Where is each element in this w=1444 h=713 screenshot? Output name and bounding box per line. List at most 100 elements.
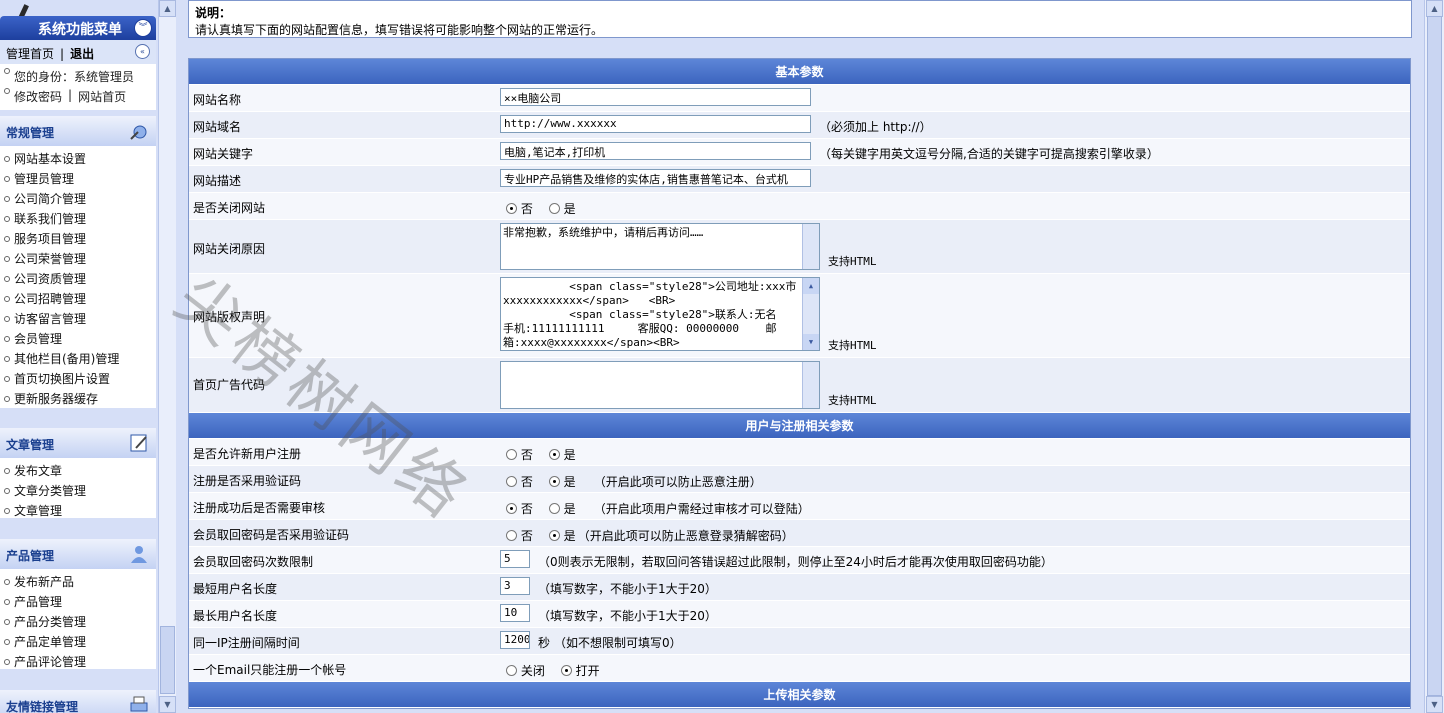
reg-audit-no-radio[interactable] (506, 503, 517, 514)
email-once-open-radio[interactable] (560, 665, 572, 676)
menu-item-article-categories[interactable]: 文章分类管理 (0, 478, 156, 498)
menu-header: 系统功能菜单 ︾ (0, 0, 156, 44)
row-reg-captcha: 注册是否采用验证码 否 是 （开启此项可以防止恶意注册） (189, 466, 1410, 493)
identity-row: 您的身份：系统管理员 (0, 64, 156, 84)
ad-code-textarea[interactable] (500, 361, 820, 409)
ip-interval-input[interactable]: 1200 (500, 631, 530, 649)
scroll-up-icon[interactable]: ▲ (1426, 0, 1443, 17)
menu-item-admins[interactable]: 管理员管理 (0, 166, 156, 186)
pwd-captcha-no-radio[interactable] (506, 530, 517, 541)
section-title[interactable]: 产品管理 (0, 539, 156, 569)
row-domain: 网站域名 http://www.xxxxxx （必须加上 http://） (189, 112, 1410, 139)
section-links: 友情链接管理 (0, 690, 156, 713)
row-ad-code: 首页广告代码 支持HTML (189, 358, 1410, 413)
allow-reg-yes-radio[interactable] (548, 449, 560, 460)
email-once-close-radio[interactable] (506, 665, 517, 676)
row-min-length: 最短用户名长度 3 （填写数字，不能小于1大于20） (189, 574, 1410, 601)
row-pwd-limit: 会员取回密码次数限制 5 （0则表示无限制，若取回问答错误超过此限制，则停止至24… (189, 547, 1410, 574)
domain-input[interactable]: http://www.xxxxxx (500, 115, 811, 133)
user-box: 管理首页 | 退出 « 您的身份：系统管理员 修改密码 | 网站首页 (0, 40, 156, 110)
pwd-limit-input[interactable]: 5 (500, 550, 530, 568)
row-email-once: 一个Email只能注册一个帐号 关闭 打开 (189, 655, 1410, 682)
row-description: 网站描述 专业HP产品销售及维修的实体店,销售惠普笔记本、台式机 (189, 166, 1410, 193)
close-reason-textarea[interactable]: 非常抱歉，系统维护中，请稍后再访问…… (500, 223, 820, 270)
menu-item-articles[interactable]: 文章管理 (0, 498, 156, 518)
section-title[interactable]: 常规管理 (0, 116, 156, 146)
section-general: 常规管理 网站基本设置 管理员管理 公司简介管理 联系我们管理 服务项目管理 公… (0, 116, 156, 408)
reg-captcha-no-radio[interactable] (506, 476, 517, 487)
allow-reg-no-radio[interactable] (506, 449, 517, 460)
logout-link[interactable]: 退出 (70, 47, 94, 61)
double-chevron-left-icon[interactable]: « (135, 44, 150, 59)
menu-item-products[interactable]: 产品管理 (0, 589, 156, 609)
sidebar: 系统功能菜单 ︾ 管理首页 | 退出 « 您的身份：系统管理员 修改密码 | 网站首… (0, 0, 176, 713)
menu-item-contact[interactable]: 联系我们管理 (0, 206, 156, 226)
menu-item-cache[interactable]: 更新服务器缓存 (0, 386, 156, 406)
close-yes-radio[interactable] (548, 203, 560, 214)
description-input[interactable]: 专业HP产品销售及维修的实体店,销售惠普笔记本、台式机 (500, 169, 811, 187)
menu-item-slideshow[interactable]: 首页切换图片设置 (0, 366, 156, 386)
sidebar-scrollbar[interactable]: ▲ ▼ (158, 0, 176, 713)
gear-wrench-icon (130, 125, 147, 140)
section-header-user: 用户与注册相关参数 (189, 413, 1410, 439)
page-scrollbar[interactable]: ▲ ▼ (1424, 0, 1444, 713)
scroll-up-icon[interactable]: ▲ (159, 0, 176, 17)
scroll-down-icon[interactable]: ▼ (159, 696, 176, 713)
row-max-length: 最长用户名长度 10 （填写数字，不能小于1大于20） (189, 601, 1410, 628)
scroll-down-icon[interactable]: ▼ (1426, 696, 1443, 713)
menu-item-orders[interactable]: 产品定单管理 (0, 629, 156, 649)
reg-captcha-yes-radio[interactable] (548, 476, 560, 487)
menu-item-new-product[interactable]: 发布新产品 (0, 569, 156, 589)
scroll-up-icon[interactable]: ▲ (803, 278, 819, 294)
row-pwd-captcha: 会员取回密码是否采用验证码 否 是 （开启此项可以防止恶意登录猜解密码） (189, 520, 1410, 547)
menu-item-members[interactable]: 会员管理 (0, 326, 156, 346)
row-close-reason: 网站关闭原因 非常抱歉，系统维护中，请稍后再访问…… 支持HTML (189, 220, 1410, 274)
menu-item-qualifications[interactable]: 公司资质管理 (0, 266, 156, 286)
menu-item-company-intro[interactable]: 公司简介管理 (0, 186, 156, 206)
menu-item-recruit[interactable]: 公司招聘管理 (0, 286, 156, 306)
menu-item-reviews[interactable]: 产品评论管理 (0, 649, 156, 669)
site-home-link[interactable]: 网站首页 (78, 88, 126, 104)
textarea-scrollbar[interactable] (802, 224, 819, 269)
scrollbar-thumb[interactable] (1427, 16, 1442, 696)
row-ip-interval: 同一IP注册间隔时间 1200 秒（如不想限制可填写0） (189, 628, 1410, 655)
section-title[interactable]: 友情链接管理 (0, 690, 156, 713)
menu-item-guestbook[interactable]: 访客留言管理 (0, 306, 156, 326)
menu-title: 系统功能菜单 (38, 22, 122, 38)
account-links-row: 修改密码 | 网站首页 (0, 84, 156, 104)
row-site-name: 网站名称 ××电脑公司 (189, 85, 1410, 112)
close-no-radio[interactable] (506, 203, 517, 214)
scrollbar-thumb[interactable] (160, 626, 175, 694)
row-allow-register: 是否允许新用户注册 否 是 (189, 439, 1410, 466)
reg-audit-yes-radio[interactable] (548, 503, 560, 514)
pwd-captcha-yes-radio[interactable] (548, 530, 560, 541)
textarea-scrollbar[interactable] (802, 362, 819, 408)
pencil-doc-icon (130, 434, 147, 452)
section-articles: 文章管理 发布文章 文章分类管理 文章管理 (0, 428, 156, 518)
section-header-basic: 基本参数 (189, 59, 1410, 85)
min-length-input[interactable]: 3 (500, 577, 530, 595)
bullet-icon (4, 68, 10, 74)
change-password-link[interactable]: 修改密码 (14, 88, 62, 104)
keywords-input[interactable]: 电脑,笔记本,打印机 (500, 142, 811, 160)
menu-item-honors[interactable]: 公司荣誉管理 (0, 246, 156, 266)
row-keywords: 网站关键字 电脑,笔记本,打印机 （每关键字用英文逗号分隔,合适的关键字可提高搜索… (189, 139, 1410, 166)
copyright-textarea[interactable]: <span class="style28">公司地址:xxx市xxxxxxxxx… (500, 277, 820, 351)
collapse-menu-icon[interactable]: ︾ (134, 19, 152, 37)
admin-home-link[interactable]: 管理首页 (6, 47, 54, 61)
site-name-input[interactable]: ××电脑公司 (500, 88, 811, 106)
section-header-upload: 上传相关参数 (189, 682, 1410, 708)
section-title[interactable]: 文章管理 (0, 428, 156, 458)
instructions-box: 说明： 请认真填写下面的网站配置信息，填写错误将可能影响整个网站的正常运行。 (188, 0, 1412, 38)
user-star-icon (131, 546, 147, 563)
menu-item-services[interactable]: 服务项目管理 (0, 226, 156, 246)
textarea-scrollbar[interactable]: ▲ ▼ (802, 278, 819, 350)
config-form: 基本参数 网站名称 ××电脑公司 网站域名 http://www.xxxxxx （… (188, 58, 1411, 709)
menu-item-product-categories[interactable]: 产品分类管理 (0, 609, 156, 629)
max-length-input[interactable]: 10 (500, 604, 530, 622)
menu-item-post-article[interactable]: 发布文章 (0, 458, 156, 478)
menu-item-other[interactable]: 其他栏目(备用)管理 (0, 346, 156, 366)
scroll-down-icon[interactable]: ▼ (803, 334, 819, 350)
user-toolbar: 管理首页 | 退出 « (0, 40, 156, 64)
menu-item-site-settings[interactable]: 网站基本设置 (0, 146, 156, 166)
